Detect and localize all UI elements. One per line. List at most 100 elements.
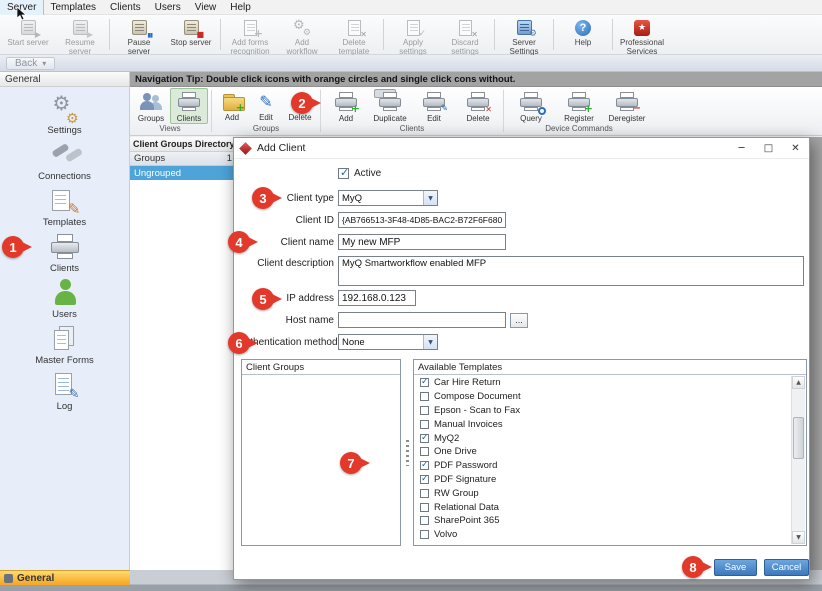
- template-row[interactable]: MyQ2: [415, 431, 790, 445]
- template-row[interactable]: Epson - Scan to Fax: [415, 404, 790, 418]
- templates-pencil-icon: ✎: [50, 188, 80, 215]
- template-checkbox[interactable]: [420, 434, 429, 443]
- add-workflow-icon: [291, 18, 313, 37]
- clients-add-button[interactable]: Add: [324, 88, 368, 124]
- sidebar-item-log[interactable]: ✎ Log: [0, 369, 129, 415]
- clients-delete-button[interactable]: Delete: [456, 88, 500, 124]
- views-groups-button[interactable]: Groups: [132, 88, 170, 124]
- menu-view[interactable]: View: [188, 0, 224, 15]
- client-id-input[interactable]: [338, 212, 506, 228]
- pause-server-button[interactable]: Pause server: [113, 16, 165, 53]
- resume-server-button[interactable]: Resume server: [54, 16, 106, 53]
- apply-settings-button[interactable]: Apply settings: [387, 16, 439, 53]
- menu-help[interactable]: Help: [223, 0, 258, 15]
- template-checkbox[interactable]: [420, 461, 429, 470]
- templates-scrollbar[interactable]: [791, 376, 805, 544]
- group-item-ungrouped[interactable]: Ungrouped: [130, 166, 236, 180]
- server-settings-label: Server Settings: [501, 38, 547, 56]
- minimize-icon[interactable]: ─: [728, 138, 755, 158]
- template-row[interactable]: RW Group: [415, 486, 790, 500]
- views-clients-button[interactable]: Clients: [170, 88, 208, 124]
- back-button[interactable]: Back: [6, 57, 55, 70]
- device-register-button[interactable]: Register: [555, 88, 603, 124]
- server-settings-icon: [513, 18, 535, 37]
- client-type-dropdown[interactable]: MyQ: [338, 190, 438, 206]
- template-row[interactable]: Relational Data: [415, 500, 790, 514]
- add-forms-recognition-button[interactable]: Add forms recognition: [224, 16, 276, 53]
- sidebar-item-templates[interactable]: ✎ Templates: [0, 185, 129, 231]
- template-row[interactable]: PDF Signature: [415, 473, 790, 487]
- template-row[interactable]: One Drive: [415, 445, 790, 459]
- clients-duplicate-button[interactable]: Duplicate: [368, 88, 412, 124]
- clients-edit-button[interactable]: ✎ Edit: [412, 88, 456, 124]
- professional-services-icon: [631, 18, 653, 37]
- template-checkbox[interactable]: [420, 378, 429, 387]
- template-label: MyQ2: [434, 433, 459, 444]
- scroll-down-icon[interactable]: [792, 531, 805, 544]
- template-row[interactable]: Compose Document: [415, 390, 790, 404]
- device-query-button[interactable]: Query: [507, 88, 555, 124]
- professional-services-button[interactable]: Professional Services: [616, 16, 668, 53]
- template-checkbox[interactable]: [420, 503, 429, 512]
- ribbon-group-views: Groups Clients Views: [132, 88, 208, 134]
- template-label: Compose Document: [434, 391, 521, 402]
- groups-list-header[interactable]: Groups 1: [130, 152, 236, 166]
- sidebar-item-settings[interactable]: ⚙⚙ Settings: [0, 93, 129, 139]
- sidebar-footer-general[interactable]: General: [0, 570, 130, 585]
- dialog-titlebar[interactable]: Add Client ─ □ ✕: [234, 138, 809, 159]
- template-checkbox[interactable]: [420, 530, 429, 539]
- callout-5: 5: [252, 288, 274, 310]
- device-deregister-button[interactable]: Deregister: [603, 88, 651, 124]
- template-checkbox[interactable]: [420, 420, 429, 429]
- template-checkbox[interactable]: [420, 406, 429, 415]
- sidebar-item-connections[interactable]: Connections: [0, 139, 129, 185]
- maximize-icon[interactable]: □: [755, 138, 782, 158]
- delete-template-button[interactable]: Delete template: [328, 16, 380, 53]
- sidebar-item-users[interactable]: Users: [0, 277, 129, 323]
- template-row[interactable]: SharePoint 365: [415, 514, 790, 528]
- template-checkbox[interactable]: [420, 516, 429, 525]
- template-row[interactable]: Volvo: [415, 528, 790, 542]
- scroll-up-icon[interactable]: [792, 376, 805, 389]
- client-name-input[interactable]: [338, 234, 506, 250]
- app-window: Server Templates Clients Users View Help…: [0, 0, 822, 591]
- help-button[interactable]: Help: [557, 16, 609, 53]
- template-checkbox[interactable]: [420, 392, 429, 401]
- groups-add-button[interactable]: Add: [215, 88, 249, 124]
- discard-settings-button[interactable]: Discard settings: [439, 16, 491, 53]
- template-checkbox[interactable]: [420, 475, 429, 484]
- add-workflow-button[interactable]: Add workflow: [276, 16, 328, 53]
- template-label: Manual Invoices: [434, 419, 503, 430]
- navigation-tip: Navigation Tip: Double click icons with …: [130, 72, 822, 87]
- menu-users[interactable]: Users: [148, 0, 188, 15]
- chevron-down-icon: [423, 335, 437, 349]
- cancel-button[interactable]: Cancel: [764, 559, 809, 576]
- template-row[interactable]: Car Hire Return: [415, 376, 790, 390]
- host-name-input[interactable]: [338, 312, 506, 328]
- menu-templates[interactable]: Templates: [43, 0, 103, 15]
- close-icon[interactable]: ✕: [782, 138, 809, 158]
- template-checkbox[interactable]: [420, 447, 429, 456]
- template-row[interactable]: PDF Password: [415, 459, 790, 473]
- sidebar-item-master-forms[interactable]: Master Forms: [0, 323, 129, 369]
- template-row[interactable]: Manual Invoices: [415, 417, 790, 431]
- menu-clients[interactable]: Clients: [103, 0, 148, 15]
- auth-method-dropdown[interactable]: None: [338, 334, 438, 350]
- save-button[interactable]: Save: [714, 559, 757, 576]
- templates-list: Car Hire Return Compose Document Epson -…: [415, 376, 790, 544]
- panel-splitter[interactable]: [402, 359, 412, 546]
- active-checkbox[interactable]: [338, 168, 349, 179]
- stop-server-button[interactable]: Stop server: [165, 16, 217, 53]
- groups-edit-button[interactable]: ✎ Edit: [249, 88, 283, 124]
- scroll-thumb[interactable]: [793, 417, 804, 459]
- scroll-track[interactable]: [792, 389, 805, 531]
- template-checkbox[interactable]: [420, 489, 429, 498]
- ip-address-input[interactable]: [338, 290, 416, 306]
- server-settings-button[interactable]: Server Settings: [498, 16, 550, 53]
- client-description-input[interactable]: MyQ Smartworkflow enabled MFP: [338, 256, 804, 286]
- clients-add-label: Add: [339, 114, 353, 123]
- ribbon-separator: [503, 90, 504, 132]
- start-server-button[interactable]: Start server: [2, 16, 54, 53]
- host-name-browse-button[interactable]: ...: [510, 313, 528, 328]
- active-label: Active: [354, 168, 381, 179]
